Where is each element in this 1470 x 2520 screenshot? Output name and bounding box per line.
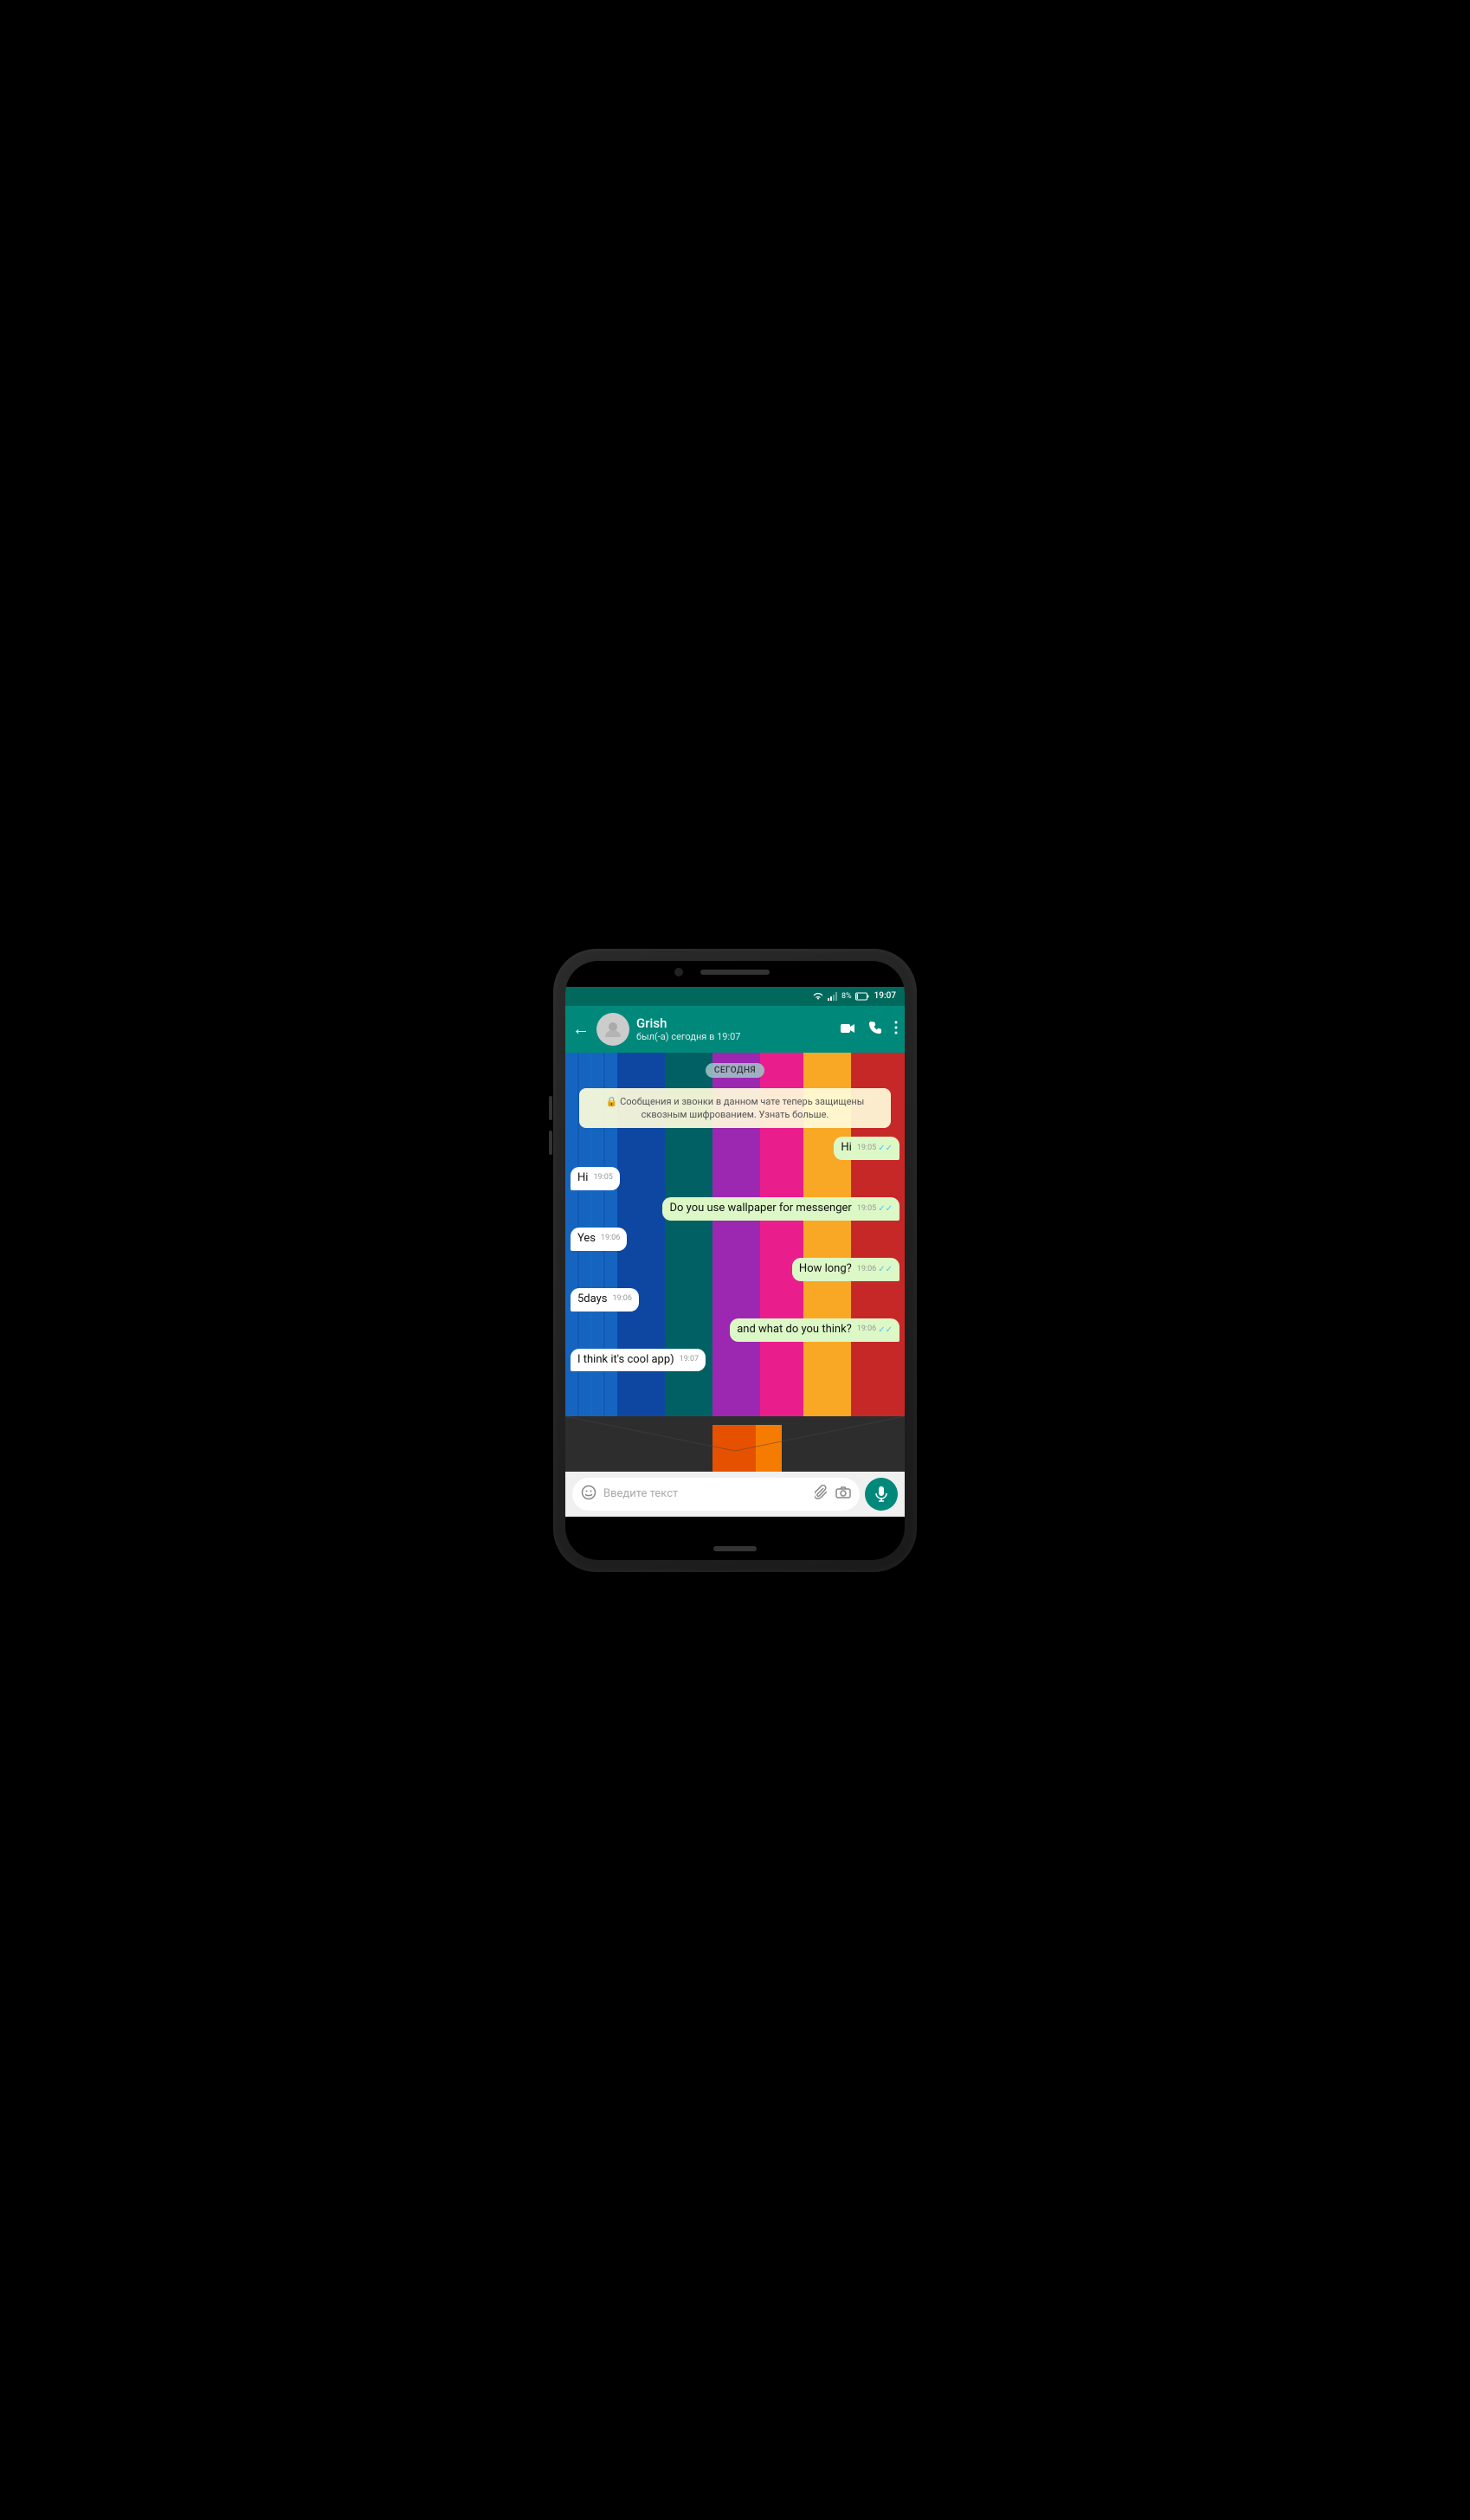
back-button[interactable]: ←	[572, 1018, 590, 1040]
date-badge: СЕГОДНЯ	[706, 1063, 764, 1078]
chat-header: ← Grish был(-а) сегодня в 19:07	[565, 1006, 905, 1053]
more-options-button[interactable]	[894, 1021, 898, 1038]
battery-icon	[855, 992, 869, 1001]
status-bar: 8% 19:07	[565, 987, 905, 1006]
app-screen: 8% 19:07 ←	[565, 987, 905, 1517]
contact-info: Grish был(-а) сегодня в 19:07	[636, 1015, 834, 1042]
message-meta: 19:07	[680, 1355, 699, 1365]
phone-call-button[interactable]	[868, 1021, 882, 1038]
message-time: 19:05	[593, 1173, 612, 1183]
message-row: I think it's cool app) 19:07	[571, 1349, 899, 1372]
chat-messages-container: СЕГОДНЯ 🔒 Сообщения и звонки в данном ча…	[571, 1060, 899, 1374]
message-bubble: Yes 19:06	[571, 1228, 627, 1251]
mic-button[interactable]	[865, 1478, 898, 1511]
message-time: 19:07	[680, 1355, 699, 1365]
message-text: Do you use wallpaper for messenger	[669, 1202, 851, 1215]
message-row: Hi 19:05	[571, 1167, 899, 1190]
message-meta: 19:05 ✓✓	[857, 1143, 893, 1154]
message-bubble: I think it's cool app) 19:07	[571, 1349, 706, 1372]
battery-text: 8%	[841, 992, 852, 1001]
message-bubble: How long? 19:06 ✓✓	[792, 1258, 899, 1281]
volume-down-button	[549, 1131, 552, 1155]
message-text: Yes	[577, 1232, 596, 1245]
home-indicator	[713, 1546, 757, 1551]
message-meta: 19:05 ✓✓	[857, 1203, 893, 1215]
phone-screen: 8% 19:07 ←	[565, 961, 905, 1560]
header-actions	[841, 1021, 898, 1038]
message-row: 5days 19:06	[571, 1288, 899, 1312]
message-row: How long? 19:06 ✓✓	[571, 1258, 899, 1281]
emoji-button[interactable]	[581, 1485, 596, 1504]
contact-status: был(-а) сегодня в 19:07	[636, 1031, 834, 1042]
message-time: 19:06	[612, 1294, 631, 1305]
message-text: Hi	[841, 1141, 851, 1154]
message-placeholder: Введите текст	[603, 1487, 808, 1500]
message-text: 5days	[577, 1292, 607, 1305]
message-row: and what do you think? 19:06 ✓✓	[571, 1318, 899, 1342]
message-bubble: 5days 19:06	[571, 1288, 639, 1312]
chat-body: СЕГОДНЯ 🔒 Сообщения и звонки в данном ча…	[565, 1053, 905, 1472]
video-call-button[interactable]	[841, 1021, 856, 1037]
message-row: Hi 19:05 ✓✓	[571, 1137, 899, 1160]
attachment-button[interactable]	[815, 1485, 828, 1504]
message-text: I think it's cool app)	[577, 1353, 674, 1366]
time-display: 19:07	[874, 991, 896, 1001]
phone-device: 8% 19:07 ←	[553, 949, 917, 1572]
message-time: 19:06	[857, 1265, 876, 1275]
message-time: 19:05	[857, 1144, 876, 1154]
message-row: Yes 19:06	[571, 1228, 899, 1251]
message-text: How long?	[799, 1262, 852, 1275]
signal-icon	[828, 992, 838, 1001]
volume-up-button	[549, 1096, 552, 1120]
wifi-icon	[812, 992, 824, 1001]
message-text: and what do you think?	[737, 1323, 852, 1336]
message-text: Hi	[577, 1171, 588, 1184]
message-meta: 19:06 ✓✓	[857, 1264, 893, 1275]
message-meta: 19:05	[593, 1173, 612, 1183]
encryption-notice: 🔒 Сообщения и звонки в данном чате тепер…	[579, 1088, 891, 1129]
message-meta: 19:06	[612, 1294, 631, 1305]
contact-avatar	[596, 1013, 629, 1046]
message-bubble: Hi 19:05	[571, 1167, 620, 1190]
message-bubble: and what do you think? 19:06 ✓✓	[730, 1318, 899, 1342]
message-time: 19:06	[601, 1234, 620, 1244]
message-ticks: ✓✓	[878, 1324, 893, 1336]
message-row: Do you use wallpaper for messenger 19:05…	[571, 1197, 899, 1221]
message-bubble: Do you use wallpaper for messenger 19:05…	[662, 1197, 899, 1221]
message-time: 19:06	[857, 1324, 876, 1335]
message-ticks: ✓✓	[878, 1143, 893, 1154]
message-meta: 19:06 ✓✓	[857, 1324, 893, 1336]
contact-name: Grish	[636, 1015, 834, 1031]
camera-button[interactable]	[835, 1486, 851, 1502]
message-meta: 19:06	[601, 1234, 620, 1244]
message-ticks: ✓✓	[878, 1203, 893, 1215]
status-icons: 8% 19:07	[812, 991, 896, 1001]
message-ticks: ✓✓	[878, 1264, 893, 1275]
message-bubble: Hi 19:05 ✓✓	[834, 1137, 899, 1160]
text-input-area[interactable]: Введите текст	[572, 1478, 860, 1511]
message-input-bar: Введите текст	[565, 1472, 905, 1517]
message-time: 19:05	[857, 1204, 876, 1215]
